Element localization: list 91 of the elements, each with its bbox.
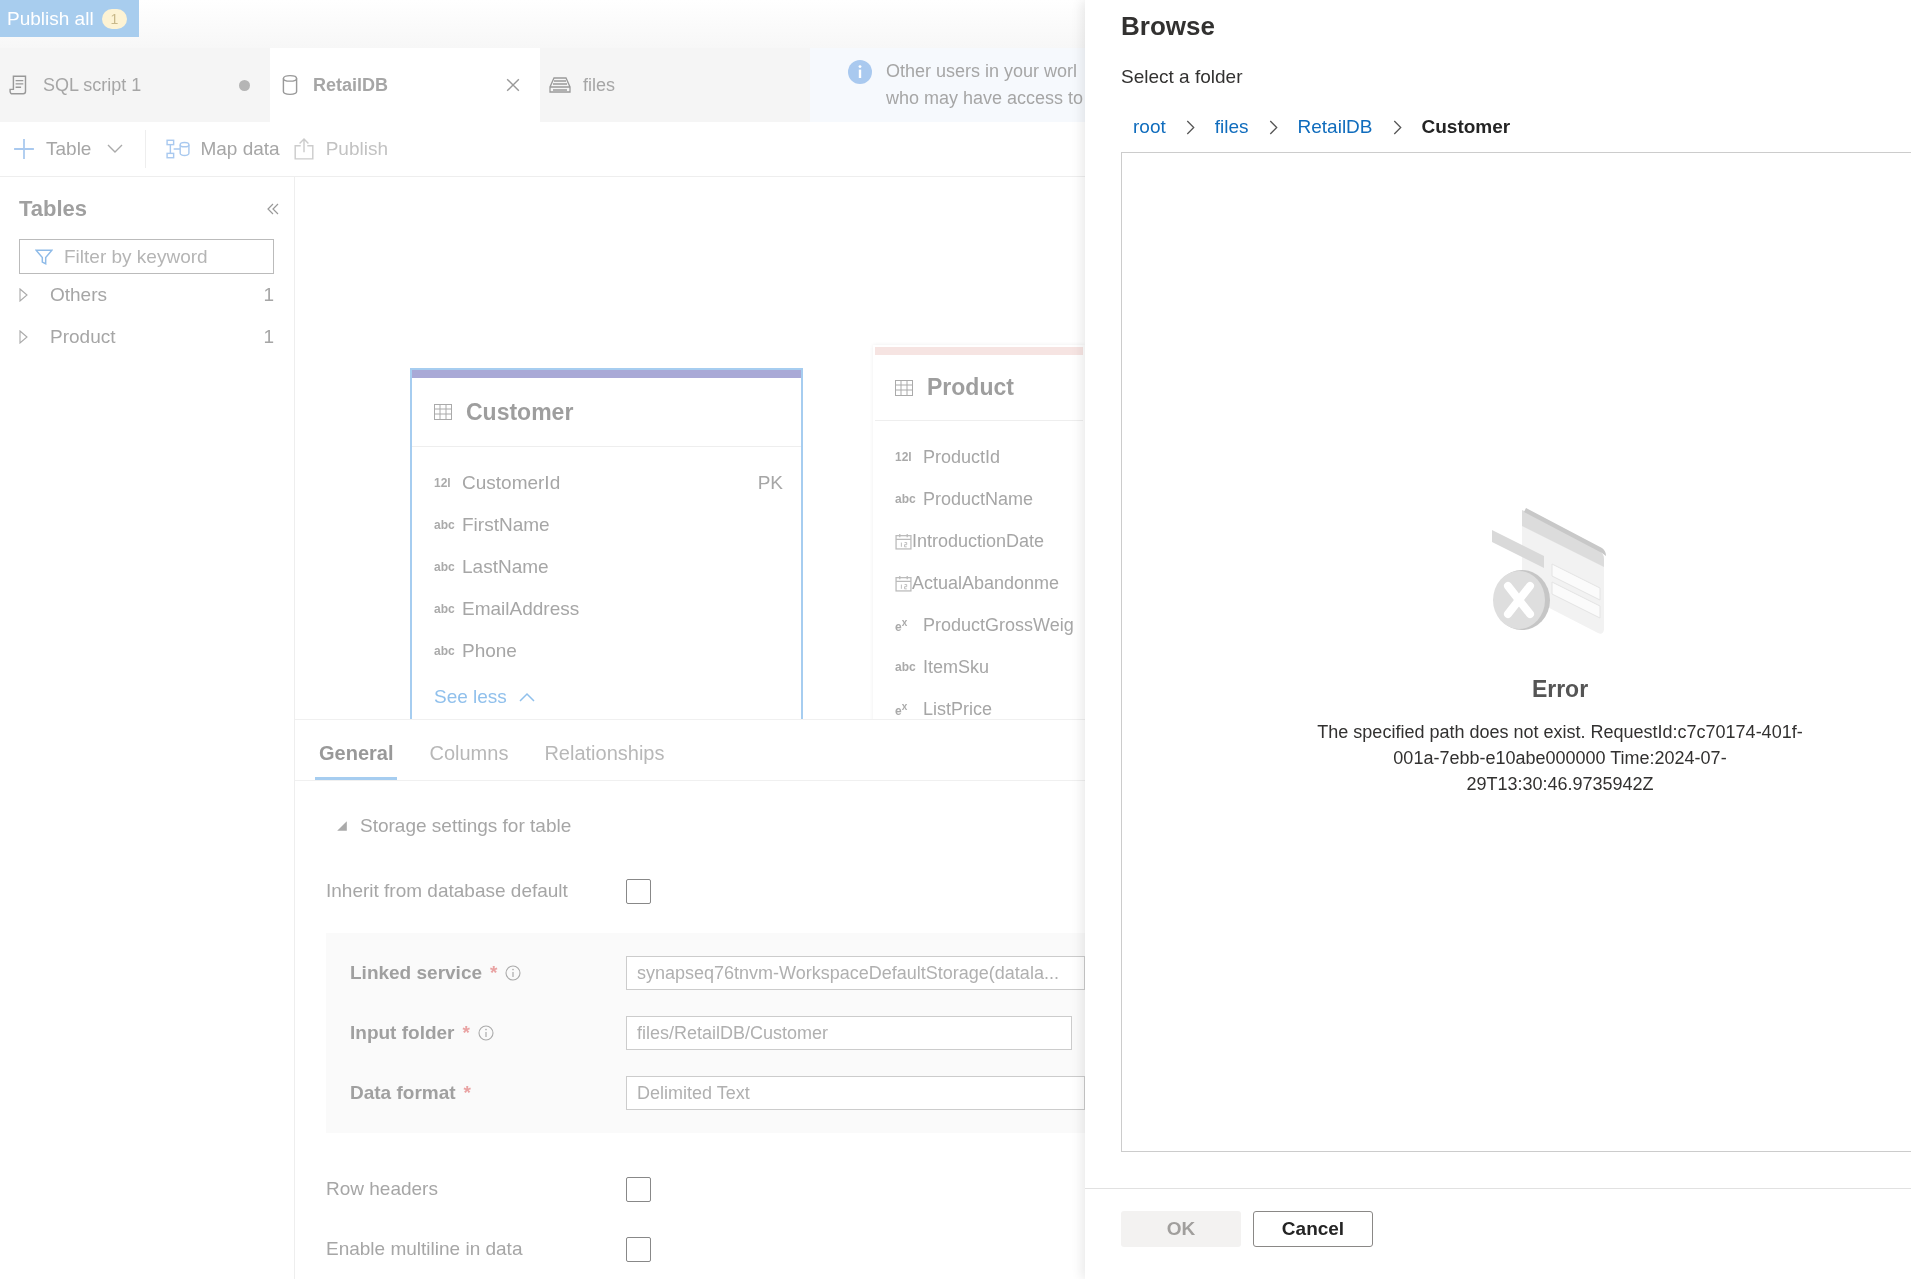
column-name: ProductGrossWeig — [923, 614, 1075, 636]
breadcrumb-item[interactable]: files — [1214, 116, 1249, 138]
key-label: PK — [757, 472, 783, 494]
column-name: ListPrice — [923, 698, 994, 719]
detail-tab[interactable]: Columns — [425, 720, 513, 780]
checkbox[interactable] — [626, 878, 651, 904]
field-label: Linked service — [350, 962, 483, 984]
required-mark: * — [462, 1022, 470, 1044]
count-badge: 1 — [101, 8, 128, 29]
storage-icon — [549, 74, 571, 96]
checkbox[interactable] — [626, 1236, 651, 1262]
checkbox[interactable] — [626, 1176, 651, 1202]
field-label: Inherit from database default — [326, 880, 569, 902]
detail-tab[interactable]: General — [315, 720, 398, 780]
field-label: Input folder — [350, 1022, 455, 1044]
error-title: Error — [1531, 676, 1589, 703]
panel-title: Browse — [1121, 9, 1216, 43]
document-tab[interactable]: SQL script 1 — [0, 48, 270, 122]
chevron-icon — [518, 692, 535, 702]
column-name: LastName — [462, 556, 550, 578]
detail-tab[interactable]: Relationships — [540, 720, 669, 780]
breadcrumb-item[interactable]: Customer — [1421, 116, 1511, 138]
column-name: CustomerId — [462, 472, 562, 494]
column-name: FirstName — [462, 514, 551, 536]
tab-label: files — [583, 74, 616, 96]
chevron-right-icon — [1392, 119, 1402, 135]
see-less-link[interactable]: See less — [434, 686, 535, 708]
type-glyph-icon: abc — [434, 602, 462, 616]
tree-item[interactable]: Product 1 — [19, 316, 274, 358]
panel-subtitle: Select a folder — [1121, 65, 1244, 89]
calendar-icon — [895, 574, 912, 592]
table-name: Customer — [466, 398, 574, 426]
publish-all-button[interactable]: Publish all 1 — [0, 0, 140, 37]
breadcrumb-item[interactable]: RetailDB — [1297, 116, 1373, 138]
column-name: ItemSku — [923, 656, 991, 678]
column-name: Phone — [462, 640, 518, 662]
type-glyph-icon: abc — [434, 644, 462, 658]
field-label: Row headers — [326, 1178, 439, 1200]
text-field[interactable]: synapseq76tnvm-WorkspaceDefaultStorage(datala... — [626, 956, 1085, 990]
tab-label: RetailDB — [313, 74, 389, 96]
upload-icon — [291, 138, 316, 160]
chevron-right-icon — [1268, 119, 1278, 135]
info-icon[interactable] — [505, 965, 522, 981]
error-message: The specified path does not exist. RequestId:c7c70174-401f-001a-7ebb-e10abe000000 Time:2024-07-29T13:30:46.9735942Z — [1316, 721, 1804, 796]
table-icon — [895, 379, 913, 396]
section-header[interactable]: Storage settings for table — [326, 781, 1085, 861]
calendar-icon — [895, 532, 912, 550]
type-glyph-icon: abc — [895, 492, 923, 506]
text-field[interactable]: files/RetailDB/Customer — [626, 1016, 1072, 1050]
flow-icon — [166, 138, 191, 160]
text-field[interactable]: Delimited Text — [626, 1076, 1085, 1110]
column-name: ProductId — [923, 446, 1002, 468]
collapse-icon[interactable] — [266, 203, 280, 215]
type-glyph-icon: 12l — [895, 450, 923, 464]
type-glyph-icon: abc — [434, 560, 462, 574]
info-icon[interactable] — [477, 1025, 494, 1041]
filter-field[interactable]: Filter by keyword — [19, 239, 274, 274]
required-mark: * — [490, 962, 498, 984]
type-glyph-icon: e$^{x}$ — [895, 700, 923, 718]
breadcrumb-item[interactable]: root — [1133, 116, 1166, 138]
field-label: Data format — [350, 1082, 456, 1104]
column-name: ActualAbandonme — [912, 572, 1061, 594]
info-icon — [848, 60, 872, 84]
toolbar-button[interactable]: Table — [12, 138, 136, 160]
item-count: 1 — [263, 284, 274, 306]
banner-text: who may have access to — [886, 87, 1084, 110]
column-name: IntroductionDate — [912, 530, 1046, 552]
type-glyph-icon: abc — [895, 660, 923, 674]
type-glyph-icon: 12l — [434, 476, 462, 490]
field-label: Enable multiline in data — [326, 1238, 524, 1260]
table-card[interactable]: Customer 12l CustomerId PK abc FirstName abc LastName abc EmailAddress abc Phone See less — [410, 368, 803, 719]
table-name: Product — [927, 374, 1014, 401]
toolbar-button[interactable]: Map data — [166, 138, 292, 160]
table-icon — [434, 404, 452, 420]
filter-icon — [35, 248, 53, 266]
chevron-right-icon — [1185, 119, 1195, 135]
close-icon[interactable] — [506, 78, 520, 92]
banner-text: Other users in your worl — [886, 60, 1079, 83]
table-card[interactable]: Product 12l ProductId abc ProductName IntroductionDate ActualAbandonme e$^{x}$ ProductGrossWeig abc ItemSku e$^{x}$ ListPrice — [873, 345, 1085, 719]
tab-label: SQL script 1 — [43, 74, 143, 96]
required-mark: * — [463, 1082, 471, 1104]
item-count: 1 — [263, 326, 274, 348]
plus-icon — [12, 138, 36, 160]
type-glyph-icon: abc — [434, 518, 462, 532]
tree-item[interactable]: Others 1 — [19, 274, 274, 316]
sidebar-title: Tables — [19, 196, 88, 222]
document-tab[interactable]: files — [540, 48, 810, 122]
type-glyph-icon: e$^{x}$ — [895, 616, 923, 634]
column-name: ProductName — [923, 488, 1035, 510]
column-name: EmailAddress — [462, 598, 581, 620]
cancel-button[interactable]: Cancel — [1253, 1211, 1373, 1247]
